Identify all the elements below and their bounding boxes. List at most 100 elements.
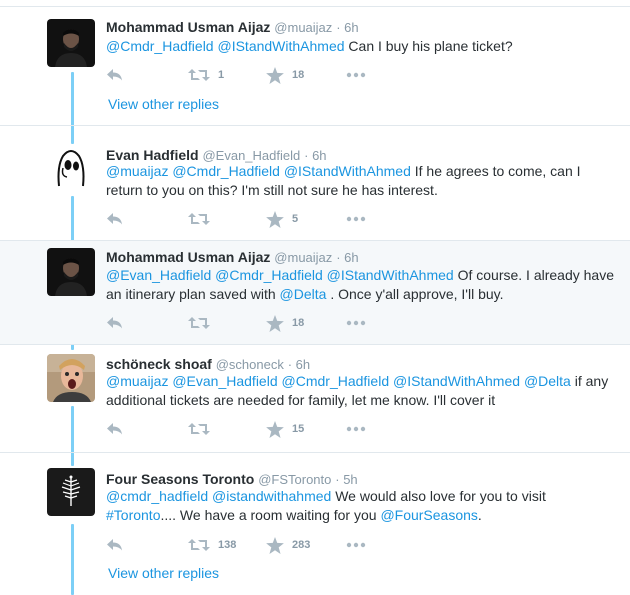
avatar[interactable] [47,144,95,192]
tweet[interactable]: Mohammad Usman Aijaz @muaijaz · 6h @Evan… [0,241,630,344]
ghost-avatar-icon [47,144,95,192]
more-options-button[interactable] [346,210,366,228]
mention-link[interactable]: @Delta [524,373,571,389]
mention-link[interactable]: @Evan_Hadfield [172,373,277,389]
reply-button[interactable] [106,536,124,554]
tweet-text-segment: . [477,507,482,523]
avatar-photo [47,19,95,67]
display-name[interactable]: Mohammad Usman Aijaz [106,249,270,265]
tweet-actions: 138 283 [106,536,406,554]
mention-link[interactable]: @Delta [280,286,327,302]
tweet-text-segment: Can I buy his plane ticket? [344,38,513,54]
timestamp[interactable]: · 6h [336,20,358,35]
view-other-replies-link[interactable]: View other replies [108,565,219,581]
hashtag-link[interactable]: #Toronto [106,507,160,523]
mention-link[interactable]: @Cmdr_Hadfield [215,267,323,283]
more-options-icon [346,542,366,548]
like-button[interactable]: 15 [266,420,304,438]
reply-button[interactable] [106,314,124,332]
mention-link[interactable]: @IStandWithAhmed [327,267,454,283]
mention-link[interactable]: @IStandWithAhmed [217,38,344,54]
reply-icon [107,69,122,81]
tweet[interactable]: Four Seasons Toronto @FSToronto · 5h @cm… [0,453,630,595]
timestamp[interactable]: · 6h [336,250,358,265]
avatar-photo [47,248,95,296]
tweet-text: @Evan_Hadfield @Cmdr_Hadfield @IStandWit… [106,266,618,304]
more-options-icon [346,320,366,326]
display-name[interactable]: Evan Hadfield [106,147,199,163]
more-options-button[interactable] [346,536,366,554]
like-star-icon [266,210,284,228]
tweet-text-segment: . Once y'all approve, I'll buy. [326,286,504,302]
timestamp[interactable]: · 6h [304,148,326,163]
timestamp[interactable]: · 5h [335,472,357,487]
mention-link[interactable]: @muaijaz [106,373,168,389]
tweet-text-segment: We would also love for you to visit [331,488,546,504]
mention-link[interactable]: @IStandWithAhmed [393,373,520,389]
mention-link[interactable]: @cmdr_hadfield [106,488,208,504]
tweet[interactable]: schöneck shoaf @schoneck · 6h @muaijaz @… [0,345,630,452]
retweet-icon [188,69,210,81]
avatar[interactable] [47,248,95,296]
tweet-actions: 5 [106,210,406,228]
like-button[interactable]: 18 [266,66,304,84]
like-count: 18 [292,317,305,329]
avatar[interactable] [47,354,95,402]
avatar[interactable] [47,468,95,516]
mention-link[interactable]: @Cmdr_Hadfield [282,373,390,389]
handle[interactable]: @Evan_Hadfield [202,148,300,163]
mention-link[interactable]: @muaijaz [106,163,168,179]
mention-link[interactable]: @IStandWithAhmed [284,163,411,179]
display-name[interactable]: Mohammad Usman Aijaz [106,19,270,35]
tweet[interactable]: Evan Hadfield @Evan_Hadfield · 6h @muaij… [0,126,630,240]
more-options-button[interactable] [346,420,366,438]
reply-icon [107,539,122,551]
like-button[interactable]: 5 [266,210,298,228]
display-name[interactable]: Four Seasons Toronto [106,471,254,487]
tweet-text: @muaijaz @Cmdr_Hadfield @IStandWithAhmed… [106,162,618,200]
mention-link[interactable]: @Evan_Hadfield [106,267,211,283]
view-other-replies-link[interactable]: View other replies [108,96,219,112]
reply-button[interactable] [106,66,124,84]
retweet-button[interactable] [188,210,218,228]
reply-button[interactable] [106,210,124,228]
handle[interactable]: @FSToronto [258,472,331,487]
tweet-actions: 1 18 [106,66,406,84]
handle[interactable]: @muaijaz [274,250,332,265]
retweet-button[interactable]: 1 [188,66,224,84]
tweet-actions: 15 [106,420,406,438]
avatar[interactable] [47,19,95,67]
retweet-icon [188,213,210,225]
tweet-text: @muaijaz @Evan_Hadfield @Cmdr_Hadfield @… [106,372,618,410]
like-button[interactable]: 18 [266,314,304,332]
like-star-icon [266,536,284,554]
more-options-button[interactable] [346,314,366,332]
like-count: 18 [292,69,305,81]
retweet-icon [188,539,210,551]
retweet-button[interactable] [188,314,218,332]
mention-link[interactable]: @Cmdr_Hadfield [106,38,214,54]
like-count: 283 [292,539,311,551]
mention-link[interactable]: @FourSeasons [380,507,477,523]
more-options-button[interactable] [346,66,366,84]
tweet-header: Mohammad Usman Aijaz @muaijaz · 6h [106,18,359,37]
tweet-actions: 18 [106,314,406,332]
retweet-button[interactable] [188,420,218,438]
reply-icon [107,423,122,435]
tweet-header: Mohammad Usman Aijaz @muaijaz · 6h [106,248,359,267]
handle[interactable]: @muaijaz [274,20,332,35]
tweet-text: @Cmdr_Hadfield @IStandWithAhmed Can I bu… [106,37,618,56]
reply-icon [107,213,122,225]
timestamp[interactable]: · 6h [288,357,310,372]
tweet[interactable]: Mohammad Usman Aijaz @muaijaz · 6h @Cmdr… [0,7,630,125]
retweet-button[interactable]: 138 [188,536,236,554]
reply-button[interactable] [106,420,124,438]
retweet-count: 138 [218,539,237,551]
tweet-text-segment: .... We have a room waiting for you [160,507,381,523]
like-button[interactable]: 283 [266,536,310,554]
mention-link[interactable]: @istandwithahmed [212,488,331,504]
like-star-icon [266,420,284,438]
handle[interactable]: @schoneck [216,357,284,372]
mention-link[interactable]: @Cmdr_Hadfield [172,163,280,179]
display-name[interactable]: schöneck shoaf [106,356,212,372]
